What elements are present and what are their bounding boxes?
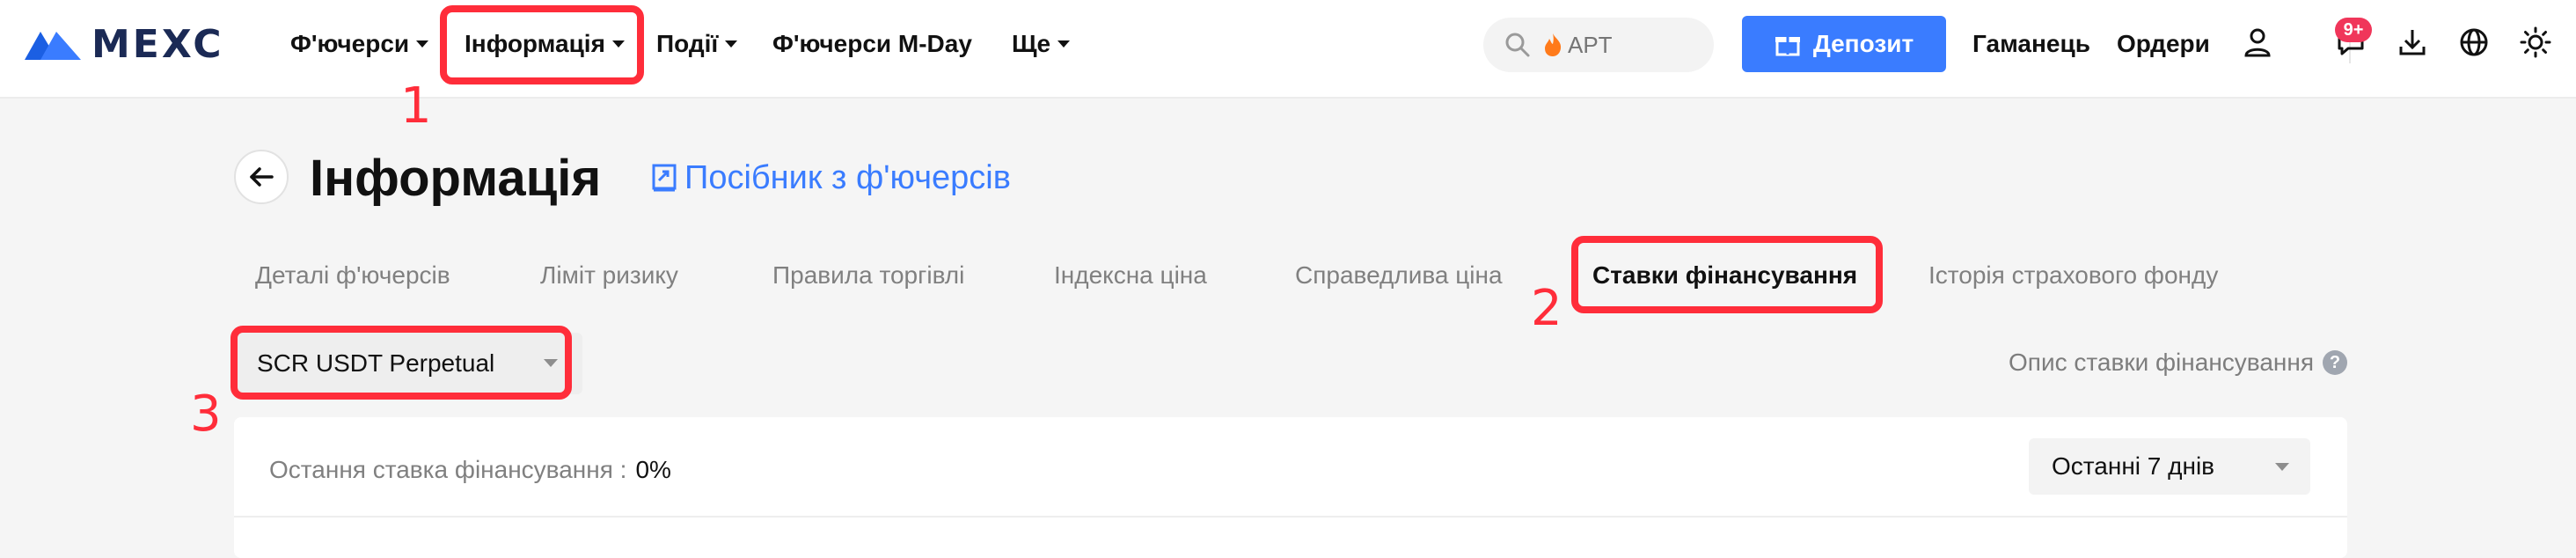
page-title: Інформація [310,149,602,207]
mexc-logo-icon [25,32,81,60]
search-input[interactable] [1566,30,1710,60]
last-funding-rate: Остання ставка фінансування : 0% [269,449,671,491]
chevron-down-icon [725,40,738,48]
gift-icon [1775,36,1800,56]
brand-name: MEXC [91,21,224,67]
top-header: MEXC Ф'ючерси Інформація Події Ф'ючерси … [0,0,2576,99]
orders-link[interactable]: Ордери [2117,25,2210,63]
tab-label: Історія страхового фонду [1928,261,2219,289]
nav-futures-label: Ф'ючерси [290,30,410,57]
wallet-link[interactable]: Гаманець [1972,25,2090,63]
funding-rate-card: Остання ставка фінансування : 0% Останні… [234,417,2347,558]
orders-label: Ордери [2117,30,2210,57]
fire-icon [1545,33,1562,56]
last-funding-rate-label: Остання ставка фінансування : [269,456,627,483]
nav-futures[interactable]: Ф'ючерси [290,25,429,63]
globe-icon[interactable] [2455,23,2493,62]
back-button[interactable] [234,150,289,204]
funding-description-label: Опис ставки фінансування [2009,349,2314,376]
annotation-number-3: 3 [190,385,222,443]
nav-events-label: Події [656,30,719,57]
period-select-value: Останні 7 днів [2052,452,2215,480]
question-icon: ? [2323,350,2347,375]
chevron-down-icon [416,40,429,48]
annotation-box-1 [440,5,644,84]
tab-trading-rules[interactable]: Правила торгівлі [772,255,964,296]
tab-risk-limit[interactable]: Ліміт ризику [540,255,678,296]
annotation-box-2 [1571,236,1883,313]
nav-futures-mday-label: Ф'ючерси M-Day [772,30,972,57]
wallet-label: Гаманець [1972,30,2090,57]
tab-label: Деталі ф'ючерсів [255,261,450,289]
tab-insurance-fund-history[interactable]: Історія страхового фонду [1928,255,2218,296]
user-icon[interactable] [2238,23,2277,62]
tab-label: Ліміт ризику [540,261,678,289]
download-icon[interactable] [2393,23,2432,62]
mexc-logo[interactable]: MEXC [25,22,224,67]
tab-futures-details[interactable]: Деталі ф'ючерсів [255,255,450,296]
theme-sun-icon[interactable] [2516,23,2555,62]
tab-fair-price[interactable]: Справедлива ціна [1295,255,1503,296]
nav-more[interactable]: Ще [1012,25,1071,63]
tab-label: Справедлива ціна [1295,261,1503,289]
search-icon [1505,33,1530,57]
nav-events[interactable]: Події [656,25,738,63]
deposit-label: Депозит [1812,30,1914,57]
arrow-left-icon [250,167,274,187]
last-funding-rate-value: 0% [635,456,671,483]
annotation-box-3 [231,326,572,400]
caret-down-icon [2275,463,2289,471]
chevron-down-icon [1057,40,1071,48]
tab-label: Індексна ціна [1054,261,1207,289]
futures-guide-link[interactable]: Посібник з ф'ючерсів [651,153,1011,202]
funding-description-link[interactable]: Опис ставки фінансування ? [2009,343,2347,382]
tab-index-price[interactable]: Індексна ціна [1054,255,1207,296]
nav-more-label: Ще [1012,30,1051,57]
search-box[interactable] [1483,18,1714,72]
futures-guide-label: Посібник з ф'ючерсів [684,158,1011,196]
nav-futures-mday[interactable]: Ф'ючерси M-Day [772,25,972,63]
notification-badge: 9+ [2335,18,2372,42]
period-select[interactable]: Останні 7 днів [2029,438,2310,495]
tab-label: Правила торгівлі [772,261,965,289]
annotation-number-1: 1 [400,77,432,135]
annotation-number-2: 2 [1531,280,1562,337]
card-divider [234,516,2347,518]
guide-book-icon [652,164,677,192]
deposit-button[interactable]: Депозит [1742,16,1946,72]
